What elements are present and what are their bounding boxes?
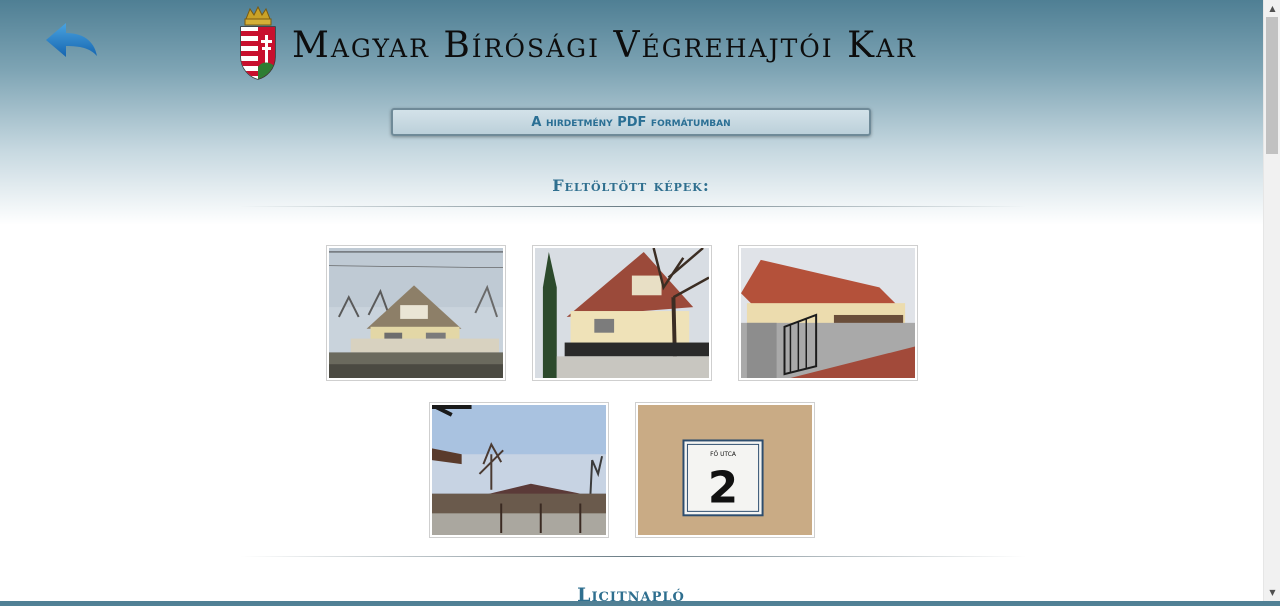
plate-number-label: 2: [708, 464, 738, 514]
site-header: Magyar Bírósági Végrehajtói Kar: [238, 4, 917, 82]
scrollbar-thumb[interactable]: [1266, 17, 1278, 154]
photo-thumbnail-2[interactable]: [532, 245, 712, 381]
photo-thumbnail-4[interactable]: [429, 402, 609, 538]
gallery-title: Feltöltött képek:: [552, 176, 710, 195]
pdf-download-button[interactable]: A hirdetmény PDF formátumban: [391, 108, 871, 136]
photo-thumbnail-5[interactable]: FŐ UTCA 2: [635, 402, 815, 538]
photo-thumbnail-3[interactable]: [738, 245, 918, 381]
house-photo-icon: [741, 248, 915, 378]
scroll-up-icon[interactable]: ▲: [1264, 0, 1280, 17]
reply-arrow-icon: [46, 23, 97, 57]
gallery-divider: [240, 206, 1026, 207]
house-photo-icon: [535, 248, 709, 378]
hungarian-coat-of-arms-icon: [240, 5, 276, 80]
photo-thumbnail-1[interactable]: [326, 245, 506, 381]
page-title: Magyar Bírósági Végrehajtói Kar: [292, 24, 917, 66]
vertical-scrollbar[interactable]: ▲ ▼: [1263, 0, 1280, 601]
gallery-bottom-divider: [240, 556, 1026, 557]
bid-log-title: Licitnapló: [577, 584, 685, 606]
park-photo-icon: [432, 405, 606, 535]
back-button[interactable]: [44, 20, 100, 62]
scroll-down-icon[interactable]: ▼: [1264, 584, 1280, 601]
house-photo-icon: [329, 248, 503, 378]
plate-street-label: FŐ UTCA: [710, 451, 736, 458]
house-number-photo-icon: FŐ UTCA 2: [638, 405, 812, 535]
